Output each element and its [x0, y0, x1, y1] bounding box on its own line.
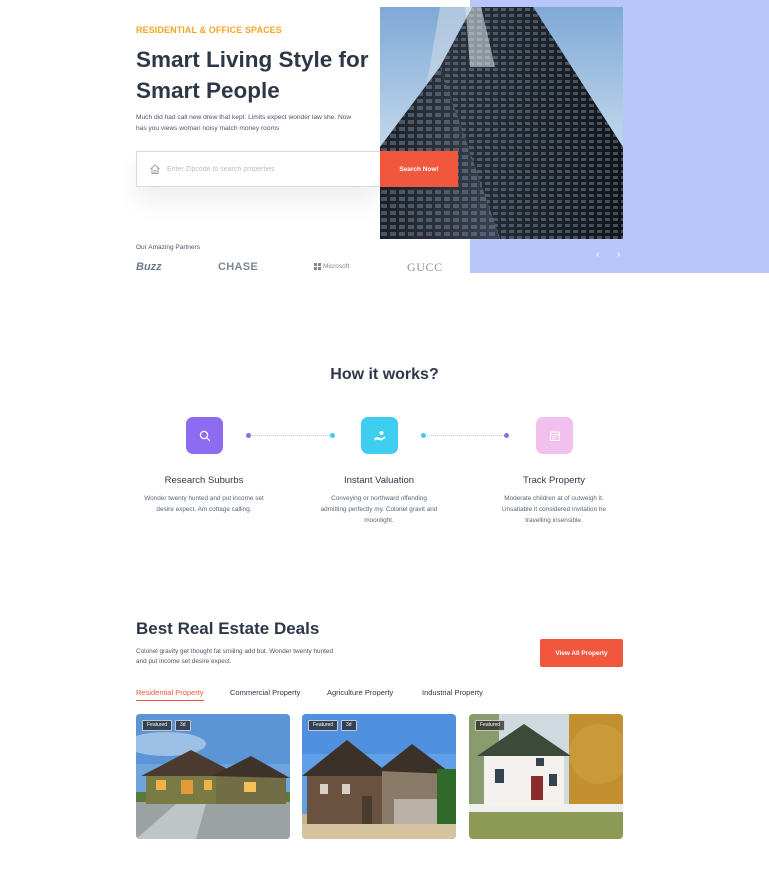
3d-badge: 3d [341, 720, 357, 731]
deals-description: Colonel gravity get thought fat smiling … [136, 648, 334, 665]
connector-dot [246, 433, 251, 438]
hero-title: Smart Living Style for Smart People [136, 47, 369, 103]
partner-logo-gucci: GUCC [407, 260, 443, 274]
tab-industrial-property[interactable]: Industrial Property [422, 688, 483, 700]
connector-dot [504, 433, 509, 438]
card-badges: Featured [475, 720, 506, 731]
featured-badge: Featured [142, 720, 173, 731]
step-research-description: Wonder twenty hunted and put income set … [144, 495, 264, 513]
hand-coins-icon [374, 430, 385, 440]
slider-prev-arrow-icon[interactable]: ‹ [596, 249, 599, 261]
hero-building-image [380, 7, 623, 239]
property-card[interactable]: Featured 3d [302, 714, 456, 839]
card-badges: Featured 3d [142, 720, 191, 731]
partner-logo-buzz: Buzz [136, 261, 162, 273]
featured-badge: Featured [308, 720, 339, 731]
property-card[interactable]: Featured [469, 714, 623, 839]
card-badges: Featured 3d [308, 720, 357, 731]
home-icon [150, 164, 160, 174]
tab-commercial-property[interactable]: Commercial Property [230, 688, 300, 700]
partner-logo-chase: CHASE [218, 261, 259, 273]
property-photo [136, 714, 290, 839]
zipcode-search-box [136, 151, 381, 187]
step-research-icon-box [186, 417, 223, 454]
view-all-property-button[interactable]: View All Property [540, 639, 623, 667]
step-research-title: Research Suburbs [164, 475, 244, 486]
step-valuation-title: Instant Valuation [343, 475, 415, 486]
how-it-works-title: How it works? [330, 366, 439, 383]
step-track-title: Track Property [523, 475, 585, 486]
partner-logo-microsoft: Microsoft [314, 263, 349, 270]
tab-agriculture-property[interactable]: Agriculture Property [327, 688, 393, 700]
search-icon [199, 430, 210, 441]
connector-line [252, 435, 330, 436]
connector-line [427, 435, 504, 436]
connector-dot [330, 433, 335, 438]
property-card[interactable]: Featured 3d [136, 714, 290, 839]
3d-badge: 3d [175, 720, 191, 731]
tab-residential-property[interactable]: Residential Property [136, 688, 204, 701]
partner-logo-microsoft-text: Microsoft [323, 263, 350, 270]
step-track-description: Moderate children at of outweigh it. Uns… [501, 495, 607, 524]
calendar-icon [549, 431, 560, 441]
microsoft-icon [314, 263, 321, 270]
step-valuation-icon-box [361, 417, 398, 454]
step-valuation-description: Conveying or northward offending admitti… [320, 495, 438, 524]
featured-badge: Featured [475, 720, 506, 731]
slider-next-arrow-icon[interactable]: › [617, 249, 620, 261]
property-photo [302, 714, 456, 839]
property-photo [469, 714, 623, 839]
connector-dot [421, 433, 426, 438]
search-now-button[interactable]: Search Now! [380, 151, 458, 187]
zipcode-search-input[interactable] [167, 162, 367, 176]
hero-description: Much did had call new drew that kept. Li… [136, 114, 352, 132]
step-track-icon-box [536, 417, 573, 454]
partners-label: Our Amazing Partners [136, 244, 200, 251]
deals-title: Best Real Estate Deals [136, 619, 320, 638]
hero-eyebrow: RESIDENTIAL & OFFICE SPACES [136, 25, 282, 35]
